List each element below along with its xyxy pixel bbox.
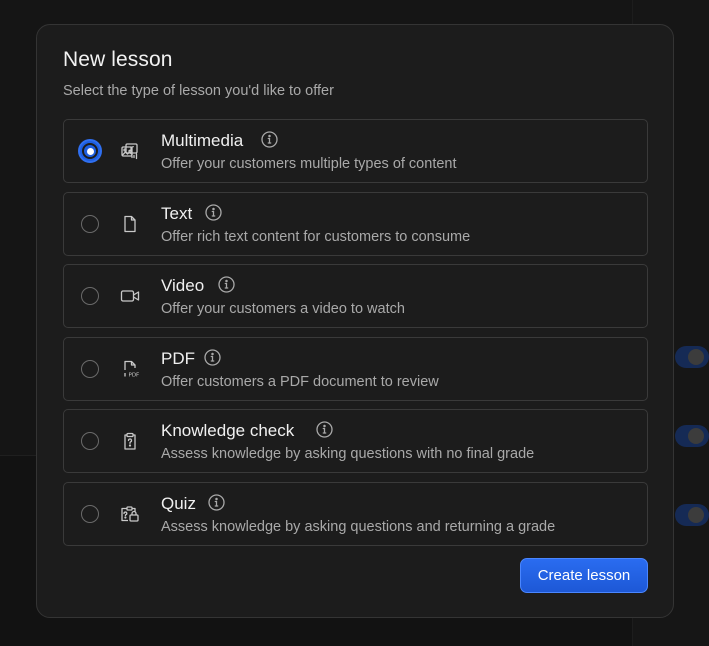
document-icon bbox=[120, 214, 140, 234]
svg-text:PDF: PDF bbox=[129, 372, 140, 378]
create-lesson-button[interactable]: Create lesson bbox=[520, 558, 648, 593]
option-description: Offer your customers a video to watch bbox=[161, 301, 405, 318]
option-description: Assess knowledge by asking questions and… bbox=[161, 518, 556, 535]
dialog-title: New lesson bbox=[63, 48, 173, 71]
radio-quiz[interactable] bbox=[81, 504, 99, 523]
radio-text[interactable] bbox=[81, 214, 99, 233]
video-camera-icon bbox=[120, 286, 140, 306]
option-title: PDF bbox=[161, 348, 195, 368]
radio-knowledge-check[interactable] bbox=[81, 432, 99, 451]
quiz-icon bbox=[120, 504, 140, 524]
option-title: Quiz bbox=[161, 493, 196, 513]
lesson-type-options: Multimedia Offer your customers multiple… bbox=[63, 119, 648, 555]
option-description: Offer rich text content for customers to… bbox=[161, 228, 471, 245]
info-icon[interactable] bbox=[204, 349, 221, 366]
lesson-type-text[interactable]: Text Offer rich text content for custome… bbox=[63, 191, 648, 256]
info-icon[interactable] bbox=[316, 421, 333, 439]
info-icon[interactable] bbox=[208, 494, 225, 511]
option-description: Assess knowledge by asking questions wit… bbox=[161, 446, 535, 463]
background-toggle bbox=[675, 346, 709, 368]
background-toggle bbox=[675, 425, 709, 447]
multimedia-icon bbox=[120, 141, 140, 161]
info-icon[interactable] bbox=[218, 276, 235, 293]
lesson-type-pdf[interactable]: PDF PDF Offer customers a PDF document t… bbox=[63, 336, 648, 401]
lesson-type-multimedia[interactable]: Multimedia Offer your customers multiple… bbox=[63, 119, 648, 183]
new-lesson-dialog: New lesson Select the type of lesson you… bbox=[36, 24, 674, 618]
info-icon[interactable] bbox=[261, 131, 278, 148]
dialog-subtitle: Select the type of lesson you'd like to … bbox=[63, 83, 334, 99]
radio-multimedia[interactable] bbox=[78, 139, 102, 163]
clipboard-question-icon bbox=[120, 431, 140, 451]
lesson-type-video[interactable]: Video Offer your customers a video to wa… bbox=[63, 264, 648, 329]
lesson-type-knowledge-check[interactable]: Knowledge check Assess knowledge by aski… bbox=[63, 409, 648, 474]
pdf-file-icon: PDF bbox=[120, 359, 140, 379]
option-title: Multimedia bbox=[161, 131, 244, 150]
background-toggle bbox=[675, 504, 709, 526]
option-title: Video bbox=[161, 276, 205, 296]
option-title: Knowledge check bbox=[161, 421, 295, 441]
option-title: Text bbox=[161, 203, 193, 223]
radio-pdf[interactable] bbox=[81, 359, 99, 378]
radio-video[interactable] bbox=[81, 287, 99, 306]
option-description: Offer your customers multiple types of c… bbox=[161, 156, 457, 172]
option-description: Offer customers a PDF document to review bbox=[161, 373, 439, 390]
lesson-type-quiz[interactable]: Quiz Assess knowledge by asking question… bbox=[63, 481, 648, 546]
info-icon[interactable] bbox=[205, 203, 222, 221]
